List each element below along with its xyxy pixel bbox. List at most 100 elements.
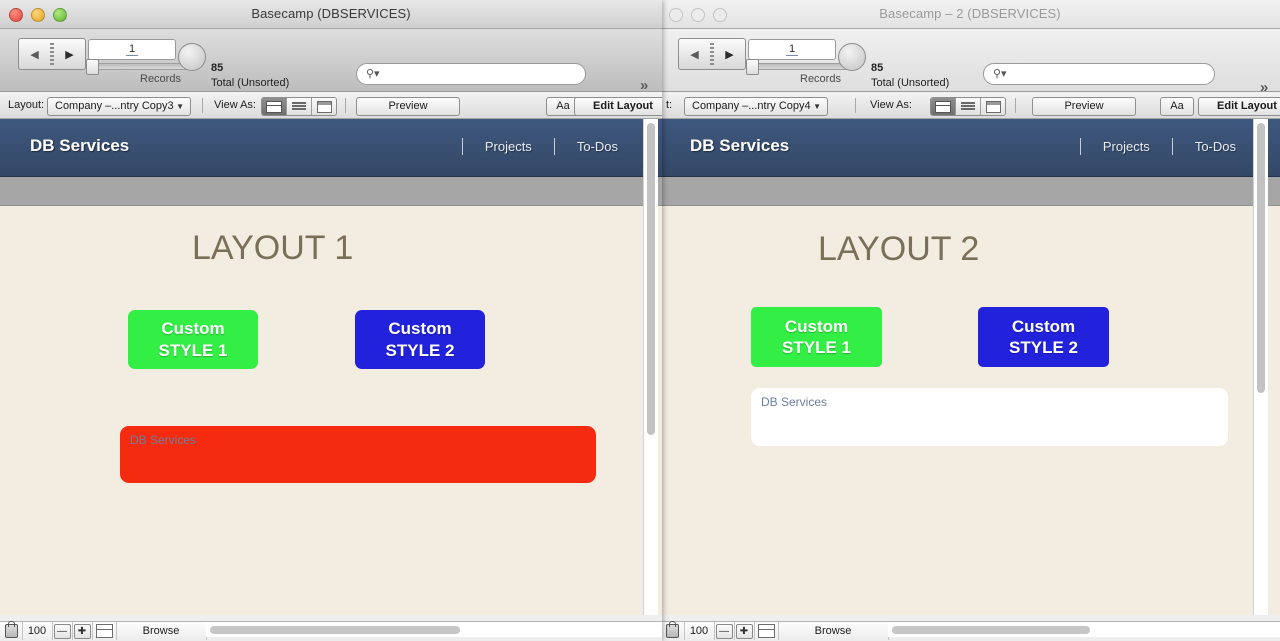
window-1-db-services-field[interactable]: DB Services: [120, 426, 596, 483]
chevron-down-icon[interactable]: ▼: [813, 102, 821, 111]
window-2-record-slider[interactable]: [748, 63, 850, 70]
window-2-total-count: 85: [871, 62, 884, 74]
nav-link-projects[interactable]: Projects: [463, 139, 554, 154]
window-1-horizontal-scrollbar[interactable]: [206, 622, 662, 637]
window-1-record-slider[interactable]: [88, 63, 190, 70]
nav-link-todos[interactable]: To-Dos: [1173, 139, 1258, 154]
window-1-vscroll-thumb[interactable]: [647, 123, 655, 435]
list-view-icon: [292, 102, 306, 111]
window-1-found-set-pie-icon[interactable]: [178, 43, 206, 71]
window-1-mode-button[interactable]: Browse: [116, 622, 207, 640]
window-1-edit-layout-button[interactable]: Edit Layout: [574, 97, 662, 116]
window-2-preview-button[interactable]: Preview: [1032, 97, 1136, 116]
window-1-record-flipper[interactable]: ◀ ▶: [18, 38, 86, 70]
previous-record-icon[interactable]: ◀: [19, 48, 50, 61]
next-record-icon[interactable]: ▶: [54, 48, 85, 61]
filemaker-window-2[interactable]: Basecamp – 2 (DBSERVICES) ◀ ▶ 1 Records …: [660, 0, 1280, 641]
button-line-1: Custom: [388, 319, 452, 339]
window-2-panel-toggle-button[interactable]: [754, 622, 779, 640]
window-1-preview-button[interactable]: Preview: [356, 97, 460, 116]
window-2-view-as-segmented[interactable]: [930, 97, 1006, 116]
window-2-record-flipper[interactable]: ◀ ▶: [678, 38, 746, 70]
window-2-hscroll-thumb[interactable]: [892, 626, 1090, 634]
window-1-status-bar: 100 — ✚ Browse: [0, 621, 662, 641]
window-1-text-format-label: Aa: [556, 100, 570, 112]
window-2-custom-style-1-button[interactable]: Custom STYLE 1: [751, 307, 882, 367]
window-2-vertical-scrollbar[interactable]: [1253, 119, 1268, 615]
window-2-lock-cell[interactable]: [660, 621, 685, 640]
button-line-2: STYLE 1: [782, 338, 851, 357]
window-1-custom-style-2-button[interactable]: Custom STYLE 2: [355, 310, 485, 369]
window-2-custom-style-2-button[interactable]: Custom STYLE 2: [978, 307, 1109, 367]
window-2-zoom-value: 100: [689, 625, 709, 637]
window-2-preview-label: Preview: [1064, 100, 1104, 112]
window-2-record-number-field[interactable]: 1: [748, 39, 836, 60]
list-view-button[interactable]: [956, 98, 981, 115]
window-1-zoom-in-button[interactable]: ✚: [72, 622, 93, 640]
window-2-zoom-in-button[interactable]: ✚: [734, 622, 755, 640]
window-2-zoom-out-button[interactable]: —: [714, 622, 735, 640]
table-view-button[interactable]: [981, 98, 1005, 115]
window-1-nav-links: Projects To-Dos: [461, 138, 640, 155]
window-2-titlebar[interactable]: Basecamp – 2 (DBSERVICES): [660, 0, 1280, 29]
window-2-mode-label: Browse: [814, 625, 852, 637]
window-1-toolbar: ◀ ▶ 1 Records 85 Total (Unsorted) ⚲▾ »: [0, 29, 662, 94]
window-2-record-slider-knob[interactable]: [746, 59, 759, 75]
desktop: Basecamp – 2 (DBSERVICES) ◀ ▶ 1 Records …: [0, 0, 1280, 641]
chevron-down-icon[interactable]: ▼: [176, 102, 184, 111]
window-1-titlebar[interactable]: Basecamp (DBSERVICES): [0, 0, 662, 29]
window-2-horizontal-scrollbar[interactable]: [888, 622, 1280, 637]
window-1-hscroll-thumb[interactable]: [210, 626, 460, 634]
separator: [345, 98, 346, 113]
record-number-value: 1: [125, 43, 139, 56]
previous-record-icon[interactable]: ◀: [679, 48, 710, 61]
form-view-icon: [935, 100, 951, 113]
window-1-record-number-field[interactable]: 1: [88, 39, 176, 60]
window-1-field-text: DB Services: [130, 433, 197, 447]
table-view-button[interactable]: [312, 98, 336, 115]
window-2-field-text: DB Services: [761, 395, 828, 409]
window-2-db-services-field[interactable]: DB Services: [751, 388, 1228, 446]
window-2-layout-bar: t: Company –...ntry Copy4 ▼ View As: Pre…: [660, 92, 1280, 119]
window-2-search-field[interactable]: ⚲▾: [983, 63, 1215, 85]
window-1-view-as-segmented[interactable]: [261, 97, 337, 116]
window-2-found-set-pie-icon[interactable]: [838, 43, 866, 71]
next-record-icon[interactable]: ▶: [714, 48, 745, 61]
window-2-text-format-button[interactable]: Aa: [1160, 97, 1194, 116]
window-1-zoom-level: 100: [22, 622, 53, 640]
list-view-button[interactable]: [287, 98, 312, 115]
window-1-brand: DB Services: [30, 136, 130, 155]
lock-icon: [4, 621, 18, 638]
window-1-title: Basecamp (DBSERVICES): [251, 6, 411, 21]
window-1-layout-popup[interactable]: Company –...ntry Copy3 ▼: [47, 97, 191, 116]
window-1-zoom-out-button[interactable]: —: [52, 622, 73, 640]
form-view-button[interactable]: [262, 98, 287, 115]
window-1-search-field[interactable]: ⚲▾: [356, 63, 586, 85]
window-1-layout-value: Company –...ntry Copy3: [55, 100, 174, 112]
panel-toggle-icon: [95, 624, 113, 638]
window-1-mode-label: Browse: [142, 625, 180, 637]
zoom-in-icon: ✚: [735, 623, 753, 639]
window-1-custom-style-1-button[interactable]: Custom STYLE 1: [128, 310, 258, 369]
window-1-vertical-scrollbar[interactable]: [643, 119, 658, 615]
window-1-lock-cell[interactable]: [0, 621, 23, 640]
window-2-edit-layout-button[interactable]: Edit Layout: [1198, 97, 1280, 116]
list-view-icon: [961, 102, 975, 111]
window-1-subbar: [0, 177, 662, 206]
window-2-layout-value: Company –...ntry Copy4: [692, 100, 811, 112]
window-2-vscroll-thumb[interactable]: [1257, 123, 1265, 393]
window-2-mode-button[interactable]: Browse: [778, 622, 889, 640]
window-2-zoom-level: 100: [684, 622, 715, 640]
window-1-record-slider-knob[interactable]: [86, 59, 99, 75]
window-2-layout-popup[interactable]: Company –...ntry Copy4 ▼: [684, 97, 828, 116]
window-1-panel-toggle-button[interactable]: [92, 622, 117, 640]
window-2-page-title: LAYOUT 2: [818, 230, 980, 268]
nav-link-projects[interactable]: Projects: [1081, 139, 1172, 154]
window-1-view-as-label: View As:: [214, 99, 256, 111]
nav-link-todos[interactable]: To-Dos: [555, 139, 640, 154]
filemaker-window-1[interactable]: Basecamp (DBSERVICES) ◀ ▶ 1 Records 85 T…: [0, 0, 662, 641]
window-2-text-format-label: Aa: [1170, 100, 1184, 112]
search-icon: ⚲▾: [366, 68, 380, 80]
record-number-value: 1: [785, 43, 799, 56]
form-view-button[interactable]: [931, 98, 956, 115]
